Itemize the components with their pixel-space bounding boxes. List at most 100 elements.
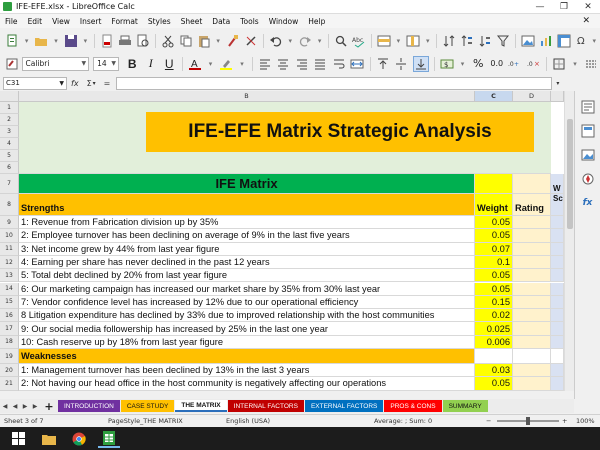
copy-icon[interactable] bbox=[179, 33, 193, 49]
menu-help[interactable]: Help bbox=[303, 17, 330, 26]
save-icon[interactable] bbox=[64, 33, 78, 49]
row-header[interactable]: 20 bbox=[0, 364, 19, 378]
new-dropdown-icon[interactable]: ▾ bbox=[23, 33, 30, 49]
scrollbar-thumb[interactable] bbox=[567, 119, 573, 229]
file-explorer-icon[interactable] bbox=[38, 430, 60, 448]
cut-icon[interactable] bbox=[161, 33, 175, 49]
column-dropdown-icon[interactable]: ▾ bbox=[424, 33, 431, 49]
clone-formatting-icon[interactable] bbox=[226, 33, 240, 49]
row-icon[interactable] bbox=[377, 33, 391, 49]
rating-cell[interactable] bbox=[513, 242, 551, 256]
highlight-color-icon[interactable] bbox=[219, 56, 234, 72]
rating-cell[interactable] bbox=[513, 229, 551, 243]
menu-sheet[interactable]: Sheet bbox=[176, 17, 208, 26]
start-icon[interactable] bbox=[8, 430, 30, 448]
find-replace-icon[interactable] bbox=[334, 33, 348, 49]
rating-cell[interactable] bbox=[513, 295, 551, 310]
rating-cell[interactable] bbox=[513, 269, 551, 283]
row-header[interactable]: 10 bbox=[0, 229, 19, 243]
row-header[interactable]: 15 bbox=[0, 295, 19, 310]
vertical-scrollbar[interactable] bbox=[564, 91, 574, 391]
last-sheet-icon[interactable]: ▶ bbox=[30, 403, 40, 410]
currency-format-icon[interactable]: $ bbox=[439, 56, 454, 72]
score-cell[interactable] bbox=[551, 269, 564, 283]
expand-formula-icon[interactable]: ▾ bbox=[556, 80, 559, 87]
factor-cell[interactable]: 4: Earning per share has never declined … bbox=[19, 255, 475, 270]
rating-cell[interactable] bbox=[513, 377, 551, 391]
open-dropdown-icon[interactable]: ▾ bbox=[52, 33, 59, 49]
print-icon[interactable] bbox=[118, 33, 132, 49]
first-sheet-icon[interactable]: ◀ bbox=[0, 403, 10, 410]
center-vertically-icon[interactable] bbox=[394, 56, 409, 72]
insert-image-icon[interactable] bbox=[521, 33, 535, 49]
score-cell[interactable] bbox=[551, 377, 564, 391]
paste-icon[interactable] bbox=[197, 33, 211, 49]
factor-cell[interactable]: 2: Employee turnover has been declining … bbox=[19, 229, 475, 243]
menu-format[interactable]: Format bbox=[106, 17, 142, 26]
menu-data[interactable]: Data bbox=[207, 17, 235, 26]
weight-cell[interactable]: 0.025 bbox=[475, 322, 513, 336]
row-header[interactable]: 13 bbox=[0, 269, 19, 283]
factor-cell[interactable]: 3: Net income grew by 44% from last year… bbox=[19, 242, 475, 256]
rating-cell[interactable] bbox=[513, 335, 551, 349]
weight-cell[interactable]: 0.006 bbox=[475, 335, 513, 349]
row-header[interactable]: 16 bbox=[0, 309, 19, 323]
weight-cell[interactable]: 0.05 bbox=[475, 229, 513, 243]
sort-icon[interactable] bbox=[442, 33, 456, 49]
column-header[interactable]: D bbox=[513, 91, 551, 102]
special-character-dropdown-icon[interactable]: ▾ bbox=[591, 33, 598, 49]
close-window-button[interactable]: ✕ bbox=[576, 0, 600, 14]
styles-sidebar-icon[interactable] bbox=[581, 124, 595, 138]
row-header[interactable]: 8 bbox=[0, 194, 19, 216]
sum-icon[interactable]: Σ bbox=[87, 79, 92, 88]
highlight-dropdown-icon[interactable]: ▾ bbox=[238, 56, 247, 72]
gallery-icon[interactable] bbox=[581, 148, 595, 162]
row-header[interactable]: 17 bbox=[0, 322, 19, 336]
font-color-icon[interactable]: A bbox=[187, 56, 202, 72]
align-top-icon[interactable] bbox=[375, 56, 390, 72]
add-sheet-button[interactable]: + bbox=[43, 400, 55, 413]
open-folder-icon[interactable] bbox=[34, 33, 48, 49]
rating-cell[interactable] bbox=[513, 282, 551, 296]
row-header[interactable]: 12 bbox=[0, 255, 19, 270]
weight-cell[interactable]: 0.03 bbox=[475, 364, 513, 378]
menu-edit[interactable]: Edit bbox=[23, 17, 48, 26]
add-decimal-icon[interactable]: .0 + bbox=[508, 56, 523, 72]
factor-cell[interactable]: 1: Revenue from Fabrication division up … bbox=[19, 216, 475, 230]
column-icon[interactable] bbox=[406, 33, 420, 49]
italic-button[interactable]: I bbox=[143, 56, 158, 72]
row-header[interactable]: 2 bbox=[0, 114, 19, 126]
row-header[interactable]: 14 bbox=[0, 282, 19, 296]
menu-view[interactable]: View bbox=[47, 17, 75, 26]
weight-cell[interactable]: 0.05 bbox=[475, 216, 513, 230]
weight-cell[interactable]: 0.15 bbox=[475, 295, 513, 310]
redo-dropdown-icon[interactable]: ▾ bbox=[316, 33, 323, 49]
rating-cell[interactable] bbox=[513, 255, 551, 270]
row-header[interactable]: 1 bbox=[0, 102, 19, 114]
score-cell[interactable] bbox=[551, 364, 564, 378]
weight-cell[interactable]: 0.07 bbox=[475, 242, 513, 256]
sheet-tab-pros-cons[interactable]: PROS & CONS bbox=[384, 400, 442, 412]
weight-cell[interactable]: 0.02 bbox=[475, 309, 513, 323]
score-cell[interactable] bbox=[551, 242, 564, 256]
libreoffice-calc-taskbar-icon[interactable] bbox=[98, 430, 120, 448]
close-document-icon[interactable]: ✕ bbox=[582, 16, 590, 26]
weight-cell[interactable]: 0.05 bbox=[475, 377, 513, 391]
underline-button[interactable]: U bbox=[162, 56, 177, 72]
rating-cell[interactable] bbox=[513, 309, 551, 323]
menu-file[interactable]: File bbox=[0, 17, 23, 26]
navigator-icon[interactable] bbox=[581, 172, 595, 186]
new-document-icon[interactable] bbox=[5, 33, 19, 49]
currency-dropdown-icon[interactable]: ▾ bbox=[458, 56, 467, 72]
rating-cell[interactable] bbox=[513, 216, 551, 230]
redo-icon[interactable] bbox=[298, 33, 312, 49]
row-header[interactable]: 4 bbox=[0, 138, 19, 150]
score-cell[interactable] bbox=[551, 322, 564, 336]
align-left-icon[interactable] bbox=[257, 56, 272, 72]
formula-input[interactable] bbox=[116, 76, 553, 90]
row-header[interactable]: 5 bbox=[0, 150, 19, 162]
number-format-button[interactable]: 0.0 bbox=[490, 56, 505, 72]
justify-icon[interactable] bbox=[313, 56, 328, 72]
zoom-level[interactable]: 100% bbox=[576, 417, 595, 425]
row-dropdown-icon[interactable]: ▾ bbox=[395, 33, 402, 49]
